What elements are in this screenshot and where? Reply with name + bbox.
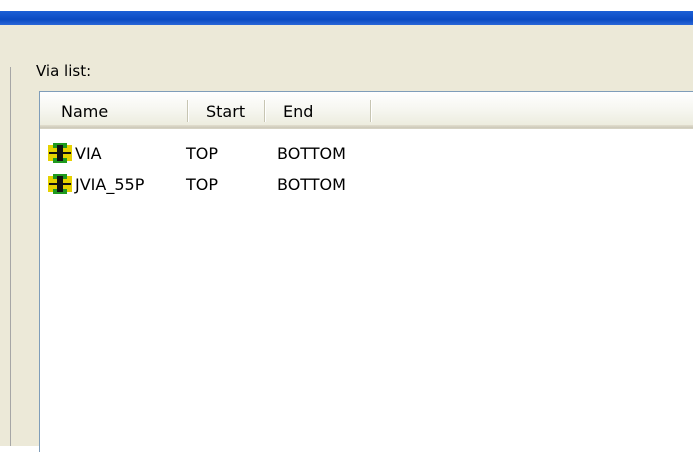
column-divider[interactable]	[187, 100, 188, 122]
table-row[interactable]: JVIA_55P TOP BOTTOM	[40, 173, 693, 195]
column-divider[interactable]	[370, 100, 371, 122]
column-header-end[interactable]: End	[283, 102, 313, 121]
via-name: JVIA_55P	[75, 175, 145, 194]
left-panel-edge	[0, 67, 11, 446]
column-header-start[interactable]: Start	[206, 102, 245, 121]
via-name: VIA	[75, 144, 102, 163]
window-title-bar	[0, 11, 693, 25]
column-header-name[interactable]: Name	[61, 102, 108, 121]
via-end-layer: BOTTOM	[277, 175, 346, 194]
via-list-label: Via list:	[36, 62, 92, 80]
via-list-view[interactable]: Name Start End VIA TOP BOTTOM JVIA_55P T…	[39, 91, 693, 452]
list-header: Name Start End	[40, 92, 693, 129]
table-row[interactable]: VIA TOP BOTTOM	[40, 142, 693, 164]
via-start-layer: TOP	[186, 144, 219, 163]
header-bottom-shade	[40, 125, 693, 128]
via-end-layer: BOTTOM	[277, 144, 346, 163]
column-divider[interactable]	[264, 100, 265, 122]
via-padstack-icon	[48, 143, 72, 163]
via-padstack-icon	[48, 174, 72, 194]
via-start-layer: TOP	[186, 175, 219, 194]
